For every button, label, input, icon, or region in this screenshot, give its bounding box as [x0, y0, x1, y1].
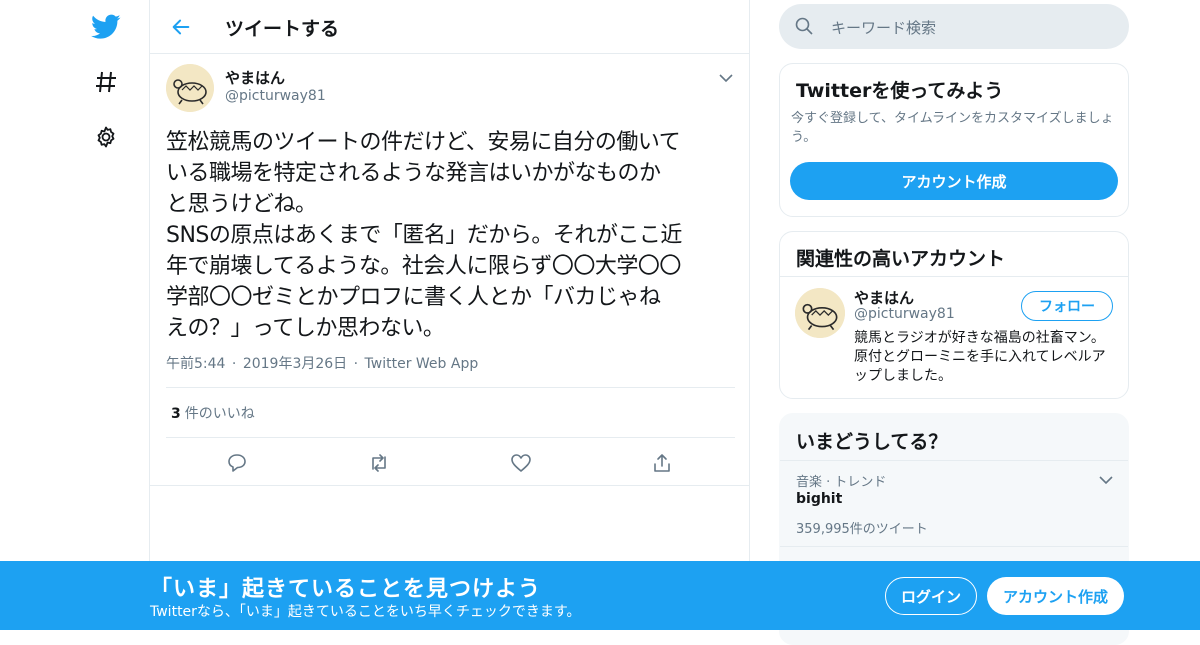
likes-count[interactable]: 3 件のいいね: [171, 403, 255, 423]
trend-tweet-count: 359,995件のツイート: [796, 522, 928, 537]
gear-icon[interactable]: [88, 119, 124, 155]
banner-title: 「いま」起きていることを見つけよう: [150, 577, 542, 602]
retweet-icon[interactable]: [367, 451, 391, 475]
signup-description: 今すぐ登録して、タイムラインをカスタマイズしましょう。: [791, 111, 1114, 145]
likes-label: 件のいいね: [184, 406, 255, 422]
card-title: Twitterを使ってみよう: [796, 80, 1004, 102]
banner-create-account-button[interactable]: アカウント作成: [987, 577, 1124, 615]
search-icon: [794, 16, 814, 36]
create-account-button[interactable]: アカウント作成: [790, 162, 1118, 200]
page-header: ツイートする: [150, 0, 749, 54]
likes-number: 3: [171, 406, 181, 422]
search-input[interactable]: [829, 16, 1103, 40]
back-button[interactable]: [166, 12, 196, 42]
tweet-date[interactable]: 2019年3月26日: [243, 356, 347, 372]
meta-separator: ·: [353, 356, 359, 372]
chevron-down-icon[interactable]: [1096, 470, 1116, 490]
divider: [150, 485, 749, 486]
author-handle[interactable]: @picturway81: [225, 88, 326, 104]
divider: [780, 460, 1128, 461]
arrow-left-icon: [172, 19, 190, 35]
avatar[interactable]: [795, 288, 845, 338]
divider: [780, 546, 1128, 547]
related-accounts-card: 関連性の高いアカウント やまはん @picturway81 フォロー 競馬とラジ…: [779, 231, 1129, 399]
signup-card: Twitterを使ってみよう 今すぐ登録して、タイムラインをカスタマイズしましょ…: [779, 63, 1129, 217]
left-nav: [0, 0, 150, 630]
tweet-timestamp: 午前5:44 · 2019年3月26日 · Twitter Web App: [166, 353, 480, 373]
heart-icon[interactable]: [509, 451, 533, 475]
author-name[interactable]: やまはん: [225, 67, 285, 88]
twitter-bird-icon[interactable]: [88, 9, 124, 45]
trend-category: 音楽 · トレンド: [796, 475, 887, 490]
search-box[interactable]: [779, 4, 1129, 49]
reply-icon[interactable]: [225, 451, 249, 475]
card-title: 関連性の高いアカウント: [796, 248, 1006, 270]
banner-subtitle: Twitterなら、「いま」起きていることをいち早くチェックできます。: [150, 604, 581, 620]
meta-separator: ·: [231, 356, 237, 372]
tweet-source[interactable]: Twitter Web App: [365, 356, 479, 372]
login-button[interactable]: ログイン: [885, 577, 977, 615]
divider: [166, 387, 735, 388]
chevron-down-icon[interactable]: [716, 68, 736, 88]
follow-button[interactable]: フォロー: [1021, 291, 1113, 321]
main-column: ツイートする やまはん @picturway81 笠松競馬のツイートの件だけど、…: [149, 0, 750, 630]
tweet-text: 笠松競馬のツイートの件だけど、安易に自分の働いて いる職場を特定されるような発言…: [166, 130, 682, 341]
related-account-handle[interactable]: @picturway81: [854, 306, 955, 322]
related-account-bio: 競馬とラジオが好きな福島の社畜マン。 原付とグローミニを手に入れてレベルアップし…: [854, 330, 1106, 384]
hashtag-icon[interactable]: [88, 64, 124, 100]
tweet-time[interactable]: 午前5:44: [166, 356, 225, 372]
related-account-name[interactable]: やまはん: [854, 287, 914, 308]
share-icon[interactable]: [650, 451, 674, 475]
card-title: いまどうしてる？: [796, 431, 948, 453]
page-title: ツイートする: [225, 18, 340, 40]
avatar[interactable]: [166, 64, 214, 112]
divider: [780, 276, 1128, 277]
signup-banner: 「いま」起きていることを見つけよう Twitterなら、「いま」起きていることを…: [0, 561, 1200, 630]
divider: [166, 437, 735, 438]
trend-item[interactable]: bighit: [796, 491, 842, 507]
